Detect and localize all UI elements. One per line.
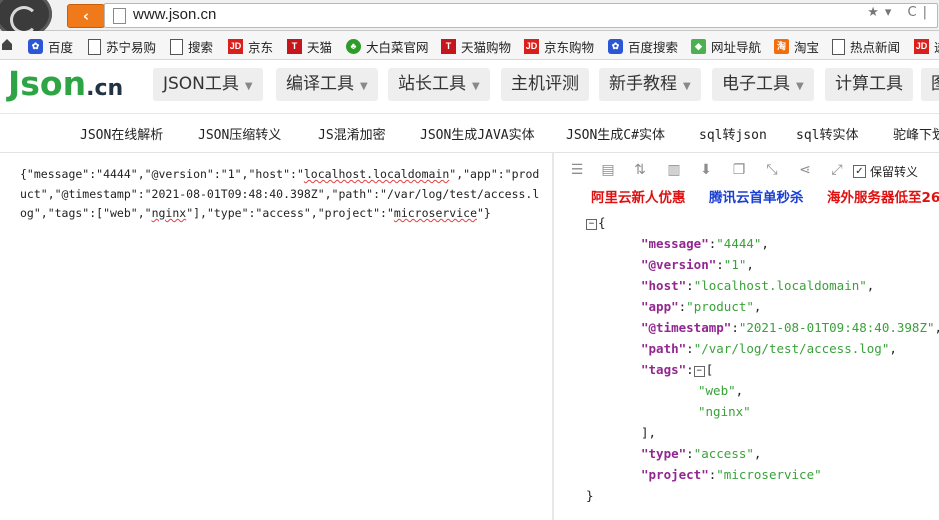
nav-icon: ◆ <box>691 39 706 54</box>
url-field[interactable]: www.json.cn ★▾ C| <box>104 3 938 28</box>
jd-icon: JD <box>524 39 539 54</box>
share-icon[interactable]: ⋖ <box>798 163 812 177</box>
tree-row-project: "project":"microservice" <box>641 467 822 482</box>
output-toolbar: ☰ ▤ ⇅ ▥ ⬇ ❐ ⤡ ⋖ ⤢ ✓ 保留转义 <box>555 161 939 183</box>
sort-icon[interactable]: ⇅ <box>633 163 647 177</box>
menu-json-tools[interactable]: JSON工具 ▼ <box>153 68 263 101</box>
tool-json-to-java[interactable]: JSON生成JAVA实体 <box>420 124 535 143</box>
tree-row-message: "message":"4444", <box>641 236 769 251</box>
tool-js-obfuscate[interactable]: JS混淆加密 <box>318 124 386 143</box>
bookmark-jd[interactable]: JD 京东 <box>228 37 273 56</box>
database-icon[interactable]: ☰ <box>570 163 584 177</box>
star-icon[interactable]: ★▾ C| <box>867 5 933 20</box>
chevron-down-icon: ▼ <box>683 81 691 92</box>
page-icon <box>170 38 183 55</box>
chevron-down-icon: ▼ <box>360 81 368 92</box>
tmall-icon: T <box>287 39 302 54</box>
collapse-icon[interactable]: − <box>586 219 597 230</box>
taobao-icon: 淘 <box>774 39 789 54</box>
bookmark-nav[interactable]: ◆ 网址导航 <box>691 37 761 56</box>
download-icon[interactable]: ⬇ <box>699 163 713 177</box>
tree-row-tag-web: "web", <box>698 383 744 398</box>
excel-icon[interactable]: ▤ <box>601 163 615 177</box>
tree-root-close: } <box>586 488 594 503</box>
bookmark-taobao[interactable]: 淘淘宝 <box>774 37 819 56</box>
tree-row-host: "host":"localhost.localdomain", <box>641 278 875 293</box>
menu-calc-tools[interactable]: 计算工具 <box>825 68 913 101</box>
keep-escape-toggle[interactable]: ✓ 保留转义 <box>853 163 918 180</box>
chevron-down-icon: ▼ <box>244 81 253 92</box>
tool-json-compress[interactable]: JSON压缩转义 <box>198 124 281 143</box>
trash-icon[interactable]: ▥ <box>667 163 681 177</box>
bookmark-tmall[interactable]: T 天猫 <box>287 37 332 56</box>
browser-address-bar: ‹ www.json.cn ★▾ C| <box>0 0 939 38</box>
json-output-panel: ☰ ▤ ⇅ ▥ ⬇ ❐ ⤡ ⋖ ⤢ ✓ 保留转义 阿里云新人优惠 腾讯云首单秒杀 … <box>555 153 939 520</box>
bookmark-baidu[interactable]: ✿ 百度 <box>28 37 73 56</box>
promo-tencent[interactable]: 腾讯云首单秒杀 <box>709 186 804 206</box>
bookmark-dabaicai[interactable]: ♣ 大白菜官网 <box>346 37 429 56</box>
chevron-down-icon: ▼ <box>472 81 480 92</box>
menu-electronic-tools[interactable]: 电子工具 ▼ <box>712 68 814 101</box>
paw-icon: ✿ <box>608 39 623 54</box>
cabbage-icon: ♣ <box>346 39 361 54</box>
tool-json-to-csharp[interactable]: JSON生成C#实体 <box>566 124 665 143</box>
bookmark-baidu-search[interactable]: ✿ 百度搜索 <box>608 37 678 56</box>
copy-icon[interactable]: ❐ <box>732 163 746 177</box>
promo-links: 阿里云新人优惠 腾讯云首单秒杀 海外服务器低至26 <box>555 186 939 208</box>
bookmark-suning[interactable]: 苏宁易购 <box>88 37 156 56</box>
bookmark-hot-news[interactable]: 热点新闻 <box>832 37 900 56</box>
chevron-down-icon: ▼ <box>796 81 804 92</box>
tool-links-bar: JSON在线解析 JSON压缩转义 JS混淆加密 JSON生成JAVA实体 JS… <box>0 114 939 153</box>
menu-image-tools[interactable]: 图 <box>921 68 939 101</box>
json-input-panel[interactable]: {"message":"4444","@version":"1","host":… <box>0 153 554 520</box>
page-icon <box>113 8 126 24</box>
tree-row-path: "path":"/var/log/test/access.log", <box>641 341 897 356</box>
bookmark-jd-shopping[interactable]: JD 京东购物 <box>524 37 594 56</box>
fullscreen-icon[interactable]: ⤢ <box>830 163 844 177</box>
compress-icon[interactable]: ⤡ <box>765 163 779 177</box>
tool-sql-to-json[interactable]: sql转json <box>699 124 767 143</box>
menu-tutorials[interactable]: 新手教程 ▼ <box>599 68 701 101</box>
tree-row-tag-nginx: "nginx" <box>698 404 751 419</box>
collapse-icon[interactable]: − <box>693 366 705 377</box>
url-text: www.json.cn <box>133 6 217 23</box>
menu-webmaster-tools[interactable]: 站长工具 ▼ <box>388 68 490 101</box>
jd-icon: JD <box>914 39 929 54</box>
bookmark-jd-2[interactable]: JD递 <box>914 37 939 56</box>
tree-row-timestamp: "@timestamp":"2021-08-01T09:48:40.398Z", <box>641 320 939 335</box>
tree-row-tags-close: ], <box>641 425 657 440</box>
tmall-icon: T <box>441 39 456 54</box>
home-icon[interactable] <box>1 37 13 51</box>
tree-row-tags: "tags": −[ <box>641 362 714 377</box>
paw-icon: ✿ <box>28 39 43 54</box>
promo-overseas[interactable]: 海外服务器低至26 <box>827 186 939 206</box>
tool-camel-underscore[interactable]: 驼峰下划 <box>893 124 939 143</box>
tool-sql-to-entity[interactable]: sql转实体 <box>796 124 858 143</box>
checkbox-icon[interactable]: ✓ <box>853 165 866 178</box>
json-input-text[interactable]: {"message":"4444","@version":"1","host":… <box>20 165 545 224</box>
tool-json-parse[interactable]: JSON在线解析 <box>80 124 163 143</box>
site-logo[interactable]: Json.cn <box>8 64 123 103</box>
tree-row-type: "type":"access", <box>641 446 762 461</box>
page-icon <box>832 38 845 55</box>
tree-root-open: −{ <box>586 215 606 236</box>
promo-aliyun[interactable]: 阿里云新人优惠 <box>591 186 686 206</box>
tree-row-app: "app":"product", <box>641 299 762 314</box>
bookmark-search[interactable]: 搜索 <box>170 37 213 56</box>
jd-icon: JD <box>228 39 243 54</box>
page-icon <box>88 38 101 55</box>
bookmark-tmall-shopping[interactable]: T 天猫购物 <box>441 37 511 56</box>
site-header: Json.cn JSON工具 ▼ 编译工具 ▼ 站长工具 ▼ 主机评测 新手教程 ▼ 电… <box>0 60 939 114</box>
bookmarks-bar: ✿ 百度 苏宁易购 搜索 JD 京东 T 天猫 ♣ 大白菜官网 T 天猫购物 JD 京东购物… <box>0 31 939 60</box>
menu-compile-tools[interactable]: 编译工具 ▼ <box>276 68 378 101</box>
menu-host-review[interactable]: 主机评测 <box>501 68 589 101</box>
back-button[interactable]: ‹ <box>67 4 105 28</box>
tree-row-version: "@version":"1", <box>641 257 754 272</box>
refresh-ring-icon <box>10 6 38 34</box>
